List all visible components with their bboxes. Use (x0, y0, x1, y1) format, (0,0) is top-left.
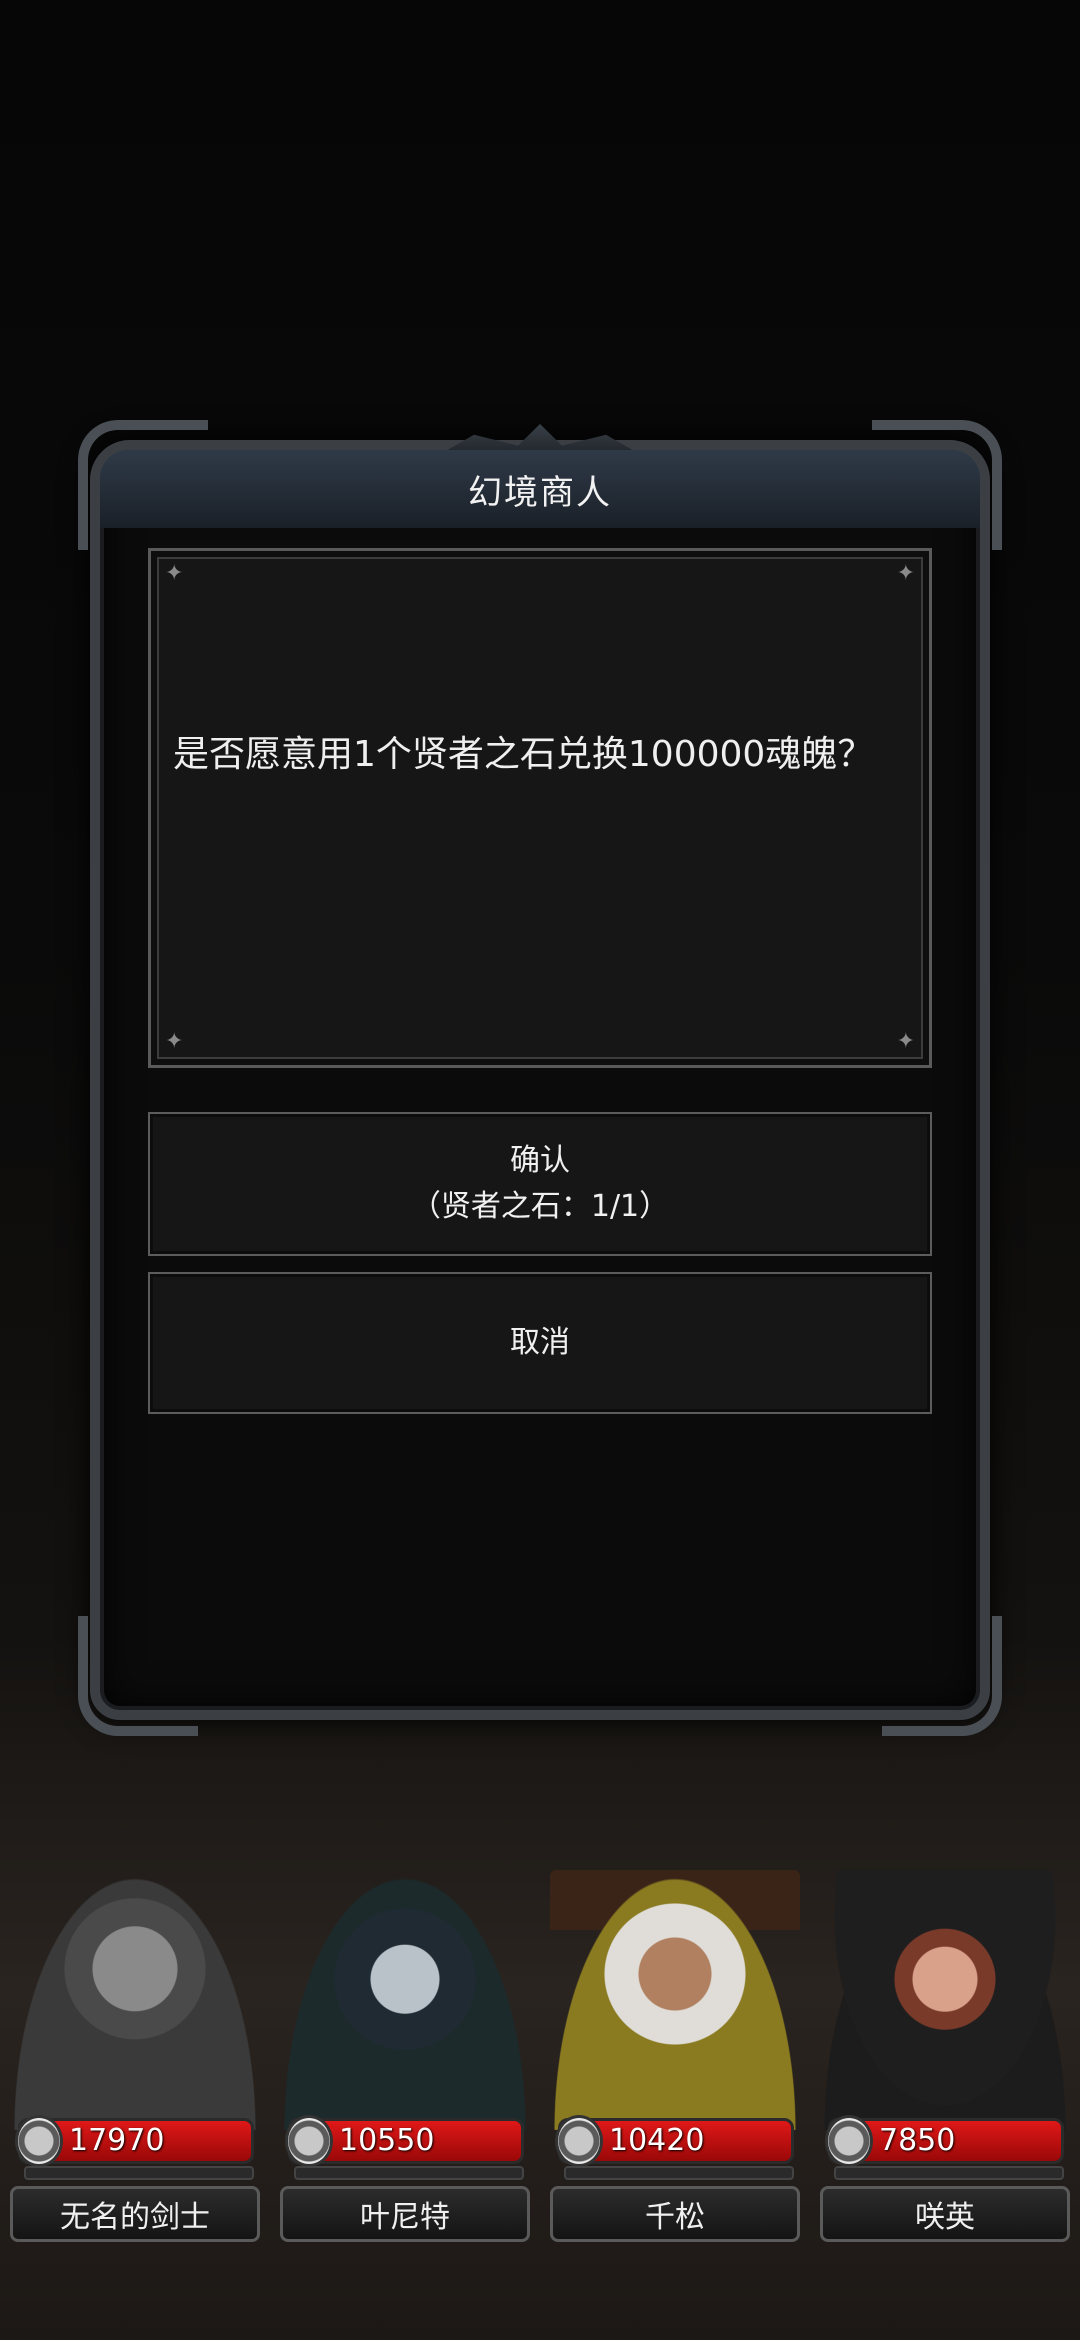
message-panel: ✦ ✦ ✦ ✦ 是否愿意用1个贤者之石兑换100000魂魄？ (148, 548, 932, 1068)
hp-value: 10550 (339, 2123, 435, 2158)
hp-bar: 7850 (825, 2115, 1064, 2167)
hp-value: 17970 (69, 2123, 165, 2158)
party-member-2[interactable]: 10550 叶尼特 (270, 1860, 540, 2260)
hp-value: 10420 (609, 2123, 705, 2158)
blade-icon (15, 2115, 63, 2167)
sparkle-icon: ✦ (896, 1029, 915, 1054)
confirm-label: 确认 (510, 1143, 570, 1178)
party-member-3[interactable]: 10420 千松 (540, 1860, 810, 2260)
ronin-woman-portrait (820, 1870, 1070, 2130)
member-name: 千松 (550, 2186, 800, 2242)
cancel-button[interactable]: 取消 (148, 1272, 932, 1414)
cancel-label: 取消 (510, 1325, 570, 1360)
energy-bar (834, 2166, 1064, 2180)
sparkle-icon: ✦ (165, 1029, 184, 1054)
frame-corner-ornament (882, 1616, 1002, 1736)
antlered-elder-portrait (550, 1870, 800, 2130)
hp-bar: 10550 (285, 2115, 524, 2167)
blade-icon (285, 2115, 333, 2167)
hp-bar: 10420 (555, 2115, 794, 2167)
party-bar: 17970 无名的剑士 10550 叶尼特 10420 千松 7850 咲英 (0, 1860, 1080, 2260)
member-name: 无名的剑士 (10, 2186, 260, 2242)
blade-icon (825, 2115, 873, 2167)
party-member-4[interactable]: 7850 咲英 (810, 1860, 1080, 2260)
knight-portrait (10, 1870, 260, 2130)
sparkle-icon: ✦ (165, 561, 184, 586)
dialog-message: 是否愿意用1个贤者之石兑换100000魂魄？ (173, 734, 874, 775)
dialog-title: 幻境商人 (468, 472, 612, 513)
energy-bar (564, 2166, 794, 2180)
frame-corner-ornament (78, 1616, 198, 1736)
hp-value: 7850 (879, 2123, 956, 2158)
member-name: 咲英 (820, 2186, 1070, 2242)
hooded-woman-portrait (280, 1870, 530, 2130)
merchant-dialog: 幻境商人 ✦ ✦ ✦ ✦ 是否愿意用1个贤者之石兑换100000魂魄？ 确认 （… (78, 420, 1002, 1736)
blade-icon (555, 2115, 603, 2167)
confirm-cost-label: （贤者之石：1/1） (410, 1189, 670, 1224)
member-name: 叶尼特 (280, 2186, 530, 2242)
sparkle-icon: ✦ (896, 561, 915, 586)
confirm-button[interactable]: 确认 （贤者之石：1/1） (148, 1112, 932, 1256)
energy-bar (294, 2166, 524, 2180)
energy-bar (24, 2166, 254, 2180)
dialog-title-bar: 幻境商人 (100, 450, 980, 528)
hp-bar: 17970 (15, 2115, 254, 2167)
party-member-1[interactable]: 17970 无名的剑士 (0, 1860, 270, 2260)
